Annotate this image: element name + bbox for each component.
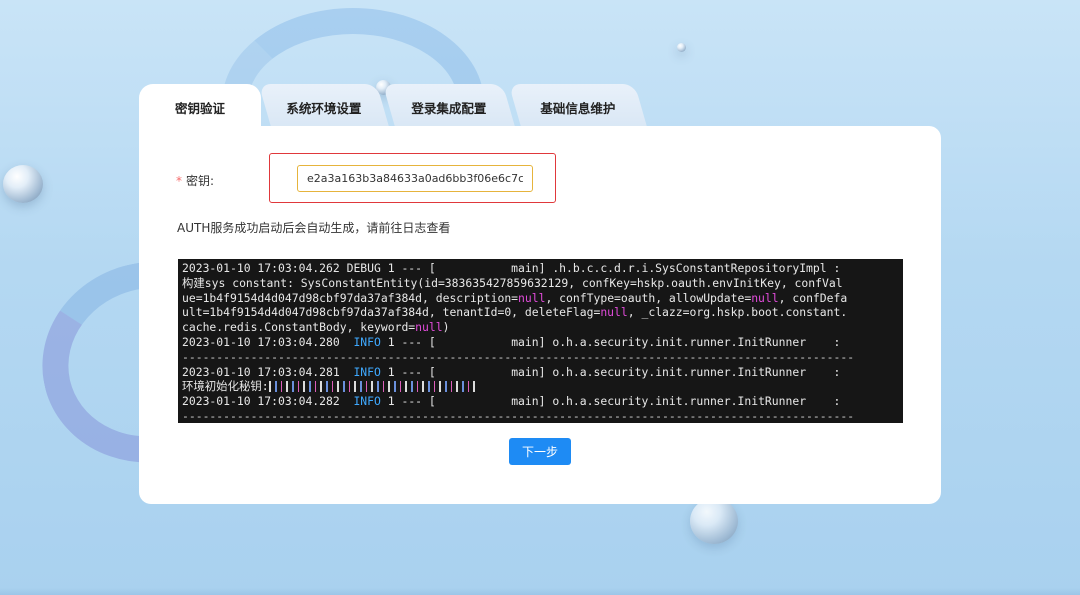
log-line: 2023-01-10 17:03:04.281 INFO 1 --- [ mai… [182, 365, 899, 380]
log-text: ----------------------------------------… [182, 349, 855, 364]
log-null-keyword: null [415, 320, 443, 335]
log-text: , confDefa [778, 290, 848, 305]
next-step-button[interactable]: 下一步 [509, 438, 571, 465]
log-line: cache.redis.ConstantBody, keyword=null) [182, 320, 899, 335]
bottom-gradient [0, 588, 1080, 595]
tab-basic-info[interactable]: 基础信息维护 [508, 84, 648, 128]
key-input[interactable] [297, 165, 533, 192]
log-text: ----------------------------------------… [182, 408, 855, 423]
log-level: INFO [353, 334, 381, 349]
tab-label: 登录集成配置 [411, 101, 487, 116]
log-text: ) [442, 320, 450, 335]
log-null-keyword: null [518, 290, 546, 305]
log-line: ue=1b4f9154d4d047d98cbf97da37af384d, des… [182, 291, 899, 306]
log-text: , confType=oauth, allowUpdate= [545, 290, 752, 305]
key-hint-text: AUTH服务成功启动后会自动生成，请前往日志查看 [177, 221, 451, 235]
log-null-keyword: null [751, 290, 779, 305]
wizard-tabs: 密钥验证 系统环境设置 登录集成配置 基础信息维护 [139, 84, 679, 128]
log-text: ue=1b4f9154d4d047d98cbf97da37af384d, des… [182, 290, 519, 305]
log-text: cache.redis.ConstantBody, keyword= [182, 320, 416, 335]
tab-label: 基础信息维护 [540, 101, 616, 116]
log-text: , _clazz=org.hskp.boot.constant. [627, 305, 848, 320]
log-level: INFO [353, 364, 381, 379]
log-text: 1 --- [ main] o.h.a.security.init.runner… [380, 394, 841, 409]
log-line: 2023-01-10 17:03:04.280 INFO 1 --- [ mai… [182, 335, 899, 350]
redacted-secret [268, 381, 479, 393]
decorative-bubble [677, 43, 686, 52]
log-line: ult=1b4f9154d4d047d98cbf97da37af384d, te… [182, 305, 899, 320]
required-mark: * [176, 174, 182, 188]
wizard-card: * 密钥: AUTH服务成功启动后会自动生成，请前往日志查看 2023-01-10… [139, 126, 941, 504]
log-text: 构建sys constant: SysConstantEntity(id=383… [182, 275, 843, 290]
tab-system-environment[interactable]: 系统环境设置 [258, 84, 390, 128]
key-field-label: * 密钥: [176, 172, 214, 189]
log-level: INFO [353, 394, 381, 409]
decorative-bubble [690, 498, 738, 544]
log-text: 1 --- [ main] o.h.a.security.init.runner… [380, 364, 841, 379]
log-text: 2023-01-10 17:03:04.280 [182, 334, 354, 349]
log-text: ult=1b4f9154d4d047d98cbf97da37af384d, te… [182, 305, 601, 320]
log-null-keyword: null [600, 305, 628, 320]
log-line: 2023-01-10 17:03:04.282 INFO 1 --- [ mai… [182, 394, 899, 409]
tab-label: 密钥验证 [174, 101, 225, 116]
log-line: ----------------------------------------… [182, 409, 899, 423]
key-label-text: 密钥: [186, 174, 215, 188]
log-line: 构建sys constant: SysConstantEntity(id=383… [182, 276, 899, 291]
log-line: 2023-01-10 17:03:04.262 DEBUG 1 --- [ ma… [182, 261, 899, 276]
decorative-bubble [3, 165, 43, 203]
log-line: 环境初始化秘钥: [182, 379, 899, 394]
log-text: 1 --- [ main] o.h.a.security.init.runner… [380, 334, 841, 349]
tab-label: 系统环境设置 [286, 101, 362, 116]
log-line: ----------------------------------------… [182, 350, 899, 365]
log-text: 2023-01-10 17:03:04.262 DEBUG 1 --- [ ma… [182, 261, 841, 275]
log-text: 2023-01-10 17:03:04.282 [182, 394, 354, 409]
log-text: 环境初始化秘钥: [182, 379, 269, 394]
log-text: 2023-01-10 17:03:04.281 [182, 364, 354, 379]
tab-key-verification[interactable]: 密钥验证 [139, 84, 261, 128]
tab-login-integration[interactable]: 登录集成配置 [382, 84, 516, 128]
log-console: 2023-01-10 17:03:04.262 DEBUG 1 --- [ ma… [178, 259, 903, 423]
